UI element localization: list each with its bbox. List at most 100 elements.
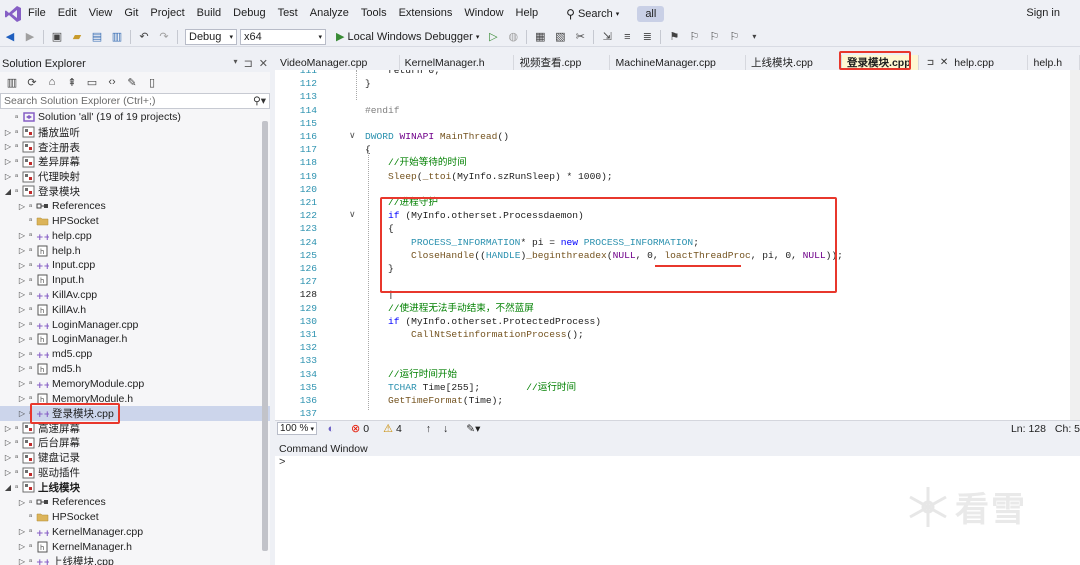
menu-build[interactable]: Build [191, 0, 227, 27]
tree-item[interactable]: ▷ ᵃ h KillAv.h [0, 302, 270, 317]
tree-item[interactable]: ▷ ᵃ h help.h [0, 243, 270, 258]
tree-item[interactable]: ▷ ᵃ ++ KernelManager.cpp [0, 524, 270, 539]
forward-icon[interactable]: ▶ [22, 29, 38, 45]
collapsed-arrow-icon[interactable]: ▷ [4, 142, 12, 151]
tree-item[interactable]: ▷ ᵃ ++ 上线模块.cpp [0, 554, 270, 565]
warning-icon[interactable]: ⚠ [383, 422, 393, 435]
tree-item[interactable]: ▷ ᵃ ++ KillAv.cpp [0, 288, 270, 303]
menu-window[interactable]: Window [458, 0, 509, 27]
project-node[interactable]: ◢ ᵃ 登录模块 [0, 184, 270, 199]
error-count[interactable]: 0 [363, 423, 369, 435]
tree-item[interactable]: ▷ ᵃ h Input.h [0, 273, 270, 288]
tab-1[interactable]: KernelManager.h [400, 55, 515, 70]
pin-icon[interactable]: ⊐ [244, 57, 253, 70]
search-box[interactable]: ⚲ Search ▾ [560, 7, 625, 21]
collapsed-arrow-icon[interactable]: ▷ [18, 350, 26, 359]
collapsed-arrow-icon[interactable]: ▷ [18, 305, 26, 314]
collapsed-arrow-icon[interactable]: ▷ [18, 394, 26, 403]
collapsed-arrow-icon[interactable]: ▷ [18, 276, 26, 285]
intellicode-icon[interactable]: ◐ [323, 421, 339, 437]
bookmark-icon[interactable]: ⚑ [666, 29, 682, 45]
tab-5[interactable]: 登录模块.cpp ⊐ ✕ [839, 51, 948, 70]
menu-test[interactable]: Test [272, 0, 304, 27]
menu-extensions[interactable]: Extensions [393, 0, 459, 27]
next-bookmark-icon[interactable]: ⚐ [706, 29, 722, 45]
tree-item[interactable]: ▷ ᵃ ++ help.cpp [0, 228, 270, 243]
tab-0[interactable]: VideoManager.cpp [275, 55, 400, 70]
performance-icon[interactable]: ✂ [572, 29, 588, 45]
collapsed-arrow-icon[interactable]: ▷ [18, 364, 26, 373]
code-cleanup-icon[interactable]: ✎▾ [466, 423, 480, 435]
collapsed-arrow-icon[interactable]: ▷ [18, 231, 26, 240]
tree-item[interactable]: ▷ ᵃ ++ md5.cpp [0, 347, 270, 362]
back-icon[interactable]: ◀ [2, 29, 18, 45]
vertical-scrollbar[interactable] [1070, 70, 1080, 420]
project-node[interactable]: ▷ ᵃ 高速屏幕 [0, 421, 270, 436]
clear-bookmarks-icon[interactable]: ⚐ [726, 29, 742, 45]
collapsed-arrow-icon[interactable]: ▷ [18, 290, 26, 299]
project-node[interactable]: ▷ ᵃ 后台屏幕 [0, 436, 270, 451]
code-icon[interactable]: ‹› [104, 74, 120, 90]
solution-explorer-scrollbar[interactable] [262, 121, 268, 551]
sign-in-button[interactable]: Sign in [1026, 0, 1060, 27]
next-issue-icon[interactable]: ↓ [443, 423, 448, 435]
tree-item[interactable]: ▷ ᵃ h md5.h [0, 362, 270, 377]
open-folder-icon[interactable]: ▰ [69, 29, 85, 45]
tab-6[interactable]: help.cpp [949, 55, 1029, 70]
tree-item[interactable]: ᵃ Solution 'all' (19 of 19 projects) [0, 110, 270, 125]
menu-project[interactable]: Project [144, 0, 190, 27]
tab-2[interactable]: 视频查看.cpp [514, 55, 611, 70]
tree-item[interactable]: ▷ ᵃ h KernelManager.h [0, 539, 270, 554]
menu-tools[interactable]: Tools [355, 0, 393, 27]
menu-analyze[interactable]: Analyze [304, 0, 355, 27]
collapsed-arrow-icon[interactable]: ▷ [18, 409, 26, 418]
project-node[interactable]: ▷ ᵃ 代理映射 [0, 169, 270, 184]
tree-item[interactable]: ᵃ HPSocket [0, 510, 270, 525]
tree-item[interactable]: ▷ ᵃ ++ MemoryModule.cpp [0, 376, 270, 391]
error-icon[interactable]: ⊗ [351, 422, 360, 435]
new-project-icon[interactable]: ▣ [49, 29, 65, 45]
tree-item[interactable]: ▷ ᵃ h MemoryModule.h [0, 391, 270, 406]
browse-icon[interactable]: ▦ [532, 29, 548, 45]
tree-item[interactable]: ▷ ᵃ References [0, 495, 270, 510]
redo-icon[interactable]: ↷ [156, 29, 172, 45]
collapsed-arrow-icon[interactable]: ▷ [4, 424, 12, 433]
tree-item[interactable]: ▷ ᵃ ++ 登录模块.cpp [0, 405, 270, 421]
collapsed-arrow-icon[interactable]: ▷ [18, 527, 26, 536]
collapsed-arrow-icon[interactable]: ▷ [18, 261, 26, 270]
properties-icon[interactable]: ✎ [124, 74, 140, 90]
preview-icon[interactable]: ▯ [144, 74, 160, 90]
tab-4[interactable]: 上线模块.cpp [746, 55, 843, 70]
collapsed-arrow-icon[interactable]: ▷ [4, 128, 12, 137]
collapse-all-icon[interactable]: ⇞ [64, 74, 80, 90]
collapsed-arrow-icon[interactable]: ▷ [4, 157, 12, 166]
tree-item[interactable]: ▷ ᵃ References [0, 199, 270, 214]
command-window[interactable]: > 看雪 [275, 456, 1080, 565]
project-node[interactable]: ▷ ᵃ 差异屏幕 [0, 154, 270, 169]
project-node[interactable]: ▷ ᵃ 播放监听 [0, 125, 270, 140]
undo-icon[interactable]: ↶ [136, 29, 152, 45]
expanded-arrow-icon[interactable]: ◢ [4, 483, 12, 492]
tab-7[interactable]: help.h [1028, 55, 1080, 70]
prev-bookmark-icon[interactable]: ⚐ [686, 29, 702, 45]
home-icon[interactable]: ⌂ [44, 74, 60, 90]
tree-item[interactable]: ▷ ᵃ h LoginManager.h [0, 332, 270, 347]
tree-item[interactable]: ᵃ HPSocket [0, 214, 270, 229]
pin-tab-icon[interactable]: ⊐ [927, 57, 935, 68]
close-tab-icon[interactable]: ✕ [940, 57, 948, 68]
collapsed-arrow-icon[interactable]: ▷ [18, 379, 26, 388]
collapsed-arrow-icon[interactable]: ▷ [18, 320, 26, 329]
menu-edit[interactable]: Edit [52, 0, 83, 27]
menu-view[interactable]: View [83, 0, 119, 27]
project-node[interactable]: ◢ ᵃ 上线模块 [0, 480, 270, 495]
save-icon[interactable]: ▤ [89, 29, 105, 45]
fold-toggle-icon[interactable]: ∨ [349, 130, 356, 141]
show-all-files-icon[interactable]: ▭ [84, 74, 100, 90]
collapsed-arrow-icon[interactable]: ▷ [18, 246, 26, 255]
collapsed-arrow-icon[interactable]: ▷ [18, 542, 26, 551]
menu-debug[interactable]: Debug [227, 0, 271, 27]
collapsed-arrow-icon[interactable]: ▷ [4, 453, 12, 462]
project-node[interactable]: ▷ ᵃ 键盘记录 [0, 450, 270, 465]
menu-file[interactable]: File [24, 0, 52, 27]
toolbar-overflow-icon[interactable]: ▾ [746, 29, 762, 45]
